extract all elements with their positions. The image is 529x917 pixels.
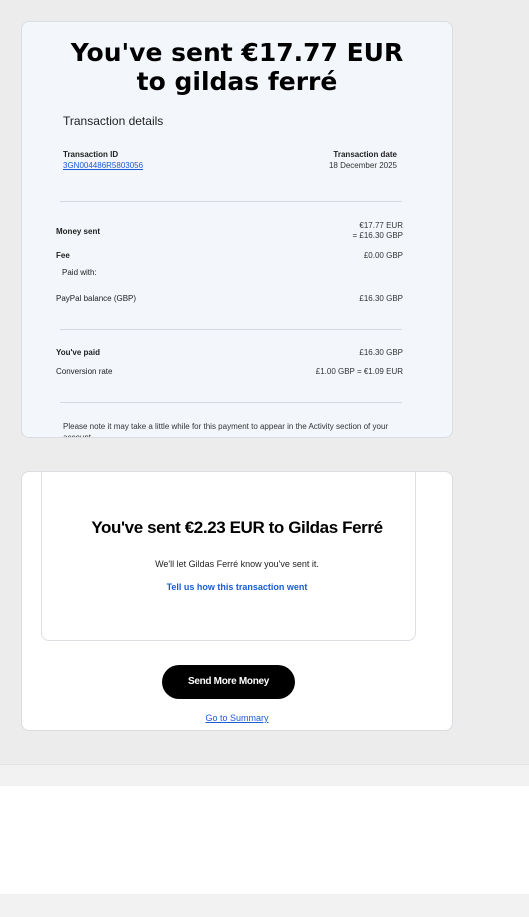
receipt-title-line1: You've sent €17.77 EUR — [70, 38, 404, 67]
conversion-rate-label: Conversion rate — [56, 367, 113, 376]
transaction-date-label: Transaction date — [333, 150, 397, 159]
paypal-balance-label: PayPal balance (GBP) — [56, 294, 137, 303]
confirmation-subtitle: We'll let Gildas Ferré know you've sent … — [155, 559, 319, 569]
money-sent-label: Money sent — [56, 227, 101, 236]
page-footer-band — [0, 764, 529, 786]
receipt-card: You've sent €17.77 EUR to gildas ferré T… — [21, 21, 453, 438]
youve-paid-value: £16.30 GBP — [359, 348, 403, 357]
page-footer-band — [0, 894, 529, 917]
youve-paid-label: You've paid — [56, 348, 100, 357]
divider — [60, 329, 402, 330]
conversion-rate-value: £1.00 GBP = €1.09 EUR — [315, 367, 403, 376]
receipt-title-line2: to gildas ferré — [136, 67, 338, 96]
transaction-id-label: Transaction ID — [63, 150, 119, 159]
go-to-summary-link[interactable]: Go to Summary — [22, 713, 452, 723]
transaction-id-link[interactable]: 3GN004486R5803056 — [63, 161, 143, 170]
page-footer-area — [0, 786, 529, 894]
paypal-balance-value: £16.30 GBP — [359, 294, 403, 303]
receipt-title: You've sent €17.77 EUR to gildas ferré — [22, 38, 452, 96]
divider — [60, 201, 402, 202]
feedback-link[interactable]: Tell us how this transaction went — [22, 582, 452, 592]
activity-note: Please note it may take a little while f… — [63, 422, 389, 438]
money-sent-gbp: = £16.30 GBP — [352, 231, 403, 240]
money-sent-eur: €17.77 EUR — [359, 221, 403, 230]
fee-label: Fee — [56, 251, 70, 260]
send-more-money-button[interactable]: Send More Money — [162, 665, 295, 699]
transaction-date-value: 18 December 2025 — [328, 161, 397, 170]
divider — [60, 402, 402, 403]
transaction-details-heading: Transaction details — [63, 114, 164, 128]
confirmation-card: You've sent €2.23 EUR to Gildas Ferré We… — [21, 471, 453, 731]
confirmation-title: You've sent €2.23 EUR to Gildas Ferré — [91, 518, 383, 537]
paid-with-label: Paid with: — [62, 268, 97, 277]
confirmation-panel — [41, 472, 416, 641]
money-sent-value: €17.77 EUR = £16.30 GBP — [353, 221, 403, 241]
fee-value: £0.00 GBP — [363, 251, 403, 260]
